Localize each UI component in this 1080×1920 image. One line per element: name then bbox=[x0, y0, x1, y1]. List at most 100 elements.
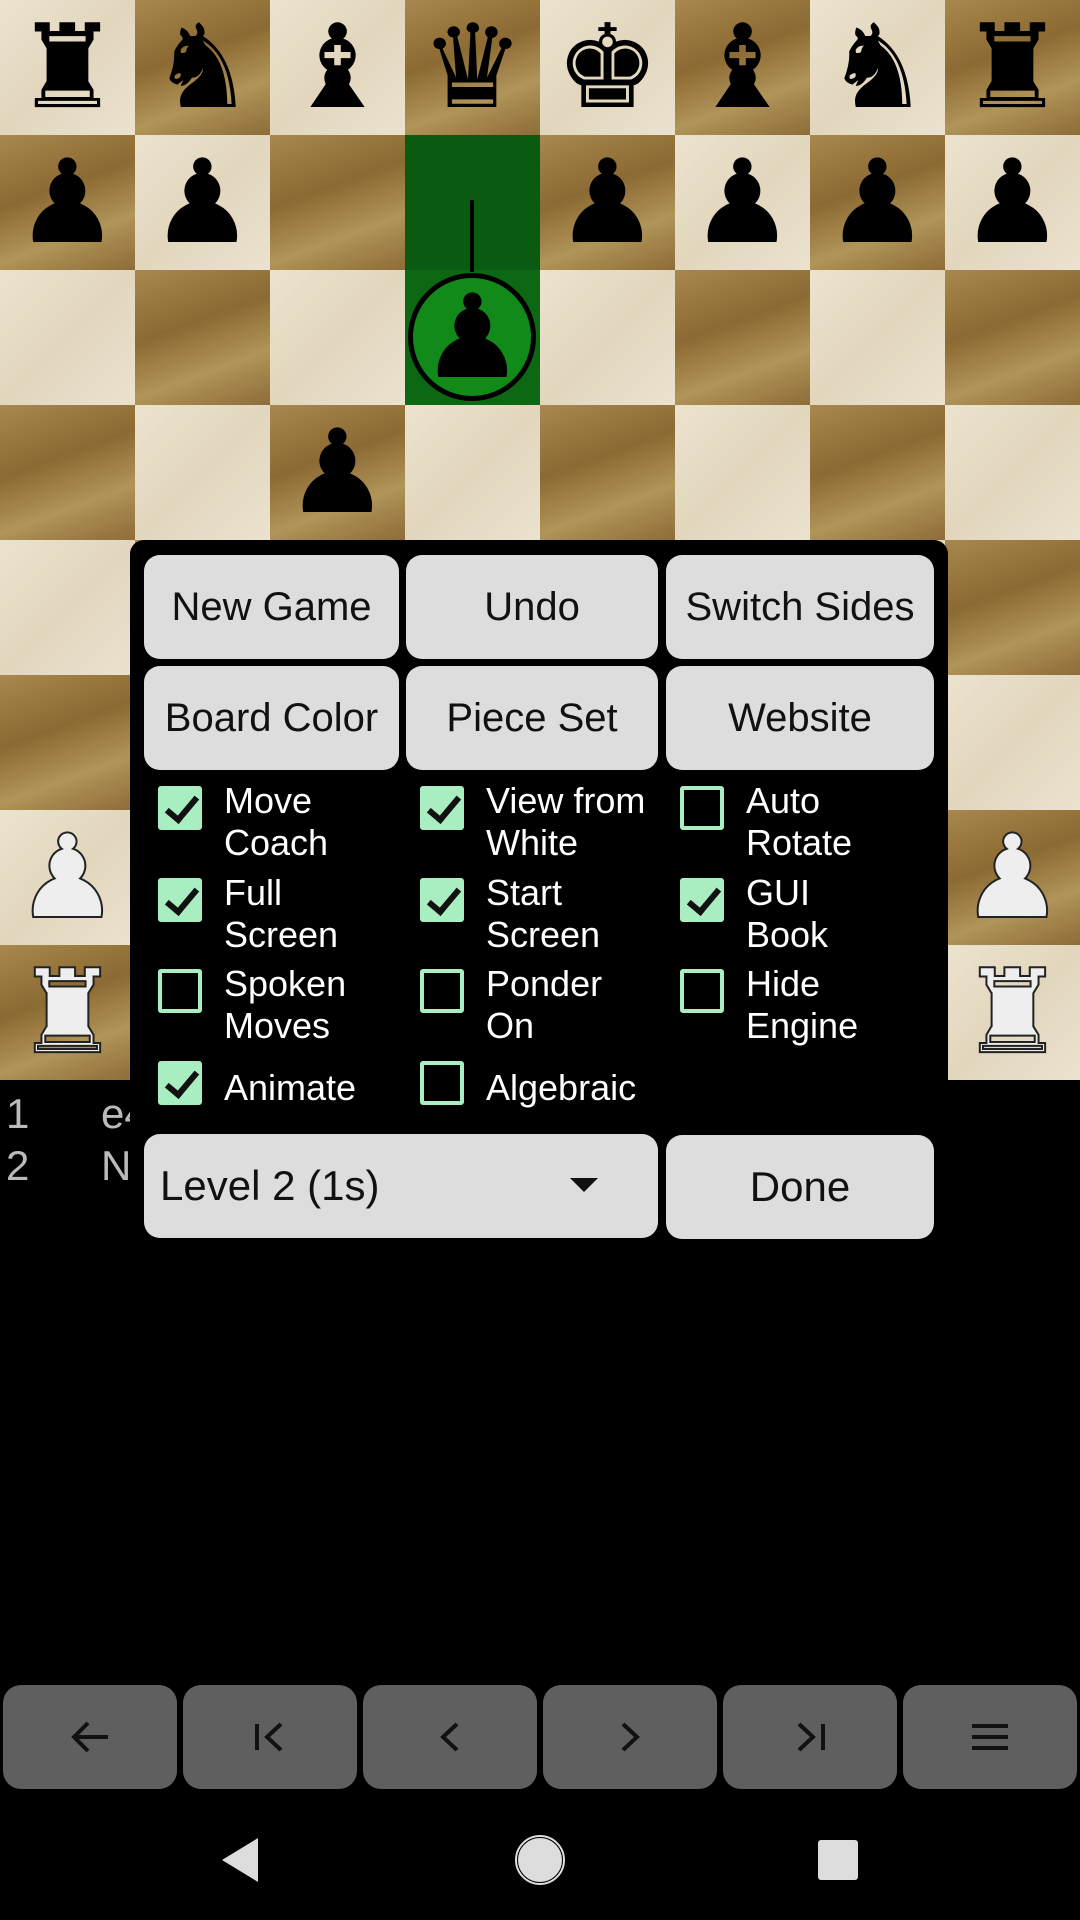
square-b7[interactable]: ♟ bbox=[135, 135, 270, 270]
checkbox[interactable] bbox=[158, 878, 202, 922]
black-pawn-icon[interactable]: ♟ bbox=[826, 144, 930, 261]
option-move-coach[interactable]: Move Coach bbox=[158, 780, 328, 864]
switch-sides-button[interactable]: Switch Sides bbox=[666, 555, 934, 659]
square-h4[interactable] bbox=[945, 540, 1080, 675]
black-rook-icon[interactable]: ♜ bbox=[961, 9, 1065, 126]
square-e8[interactable]: ♚ bbox=[540, 0, 675, 135]
option-label: Hide Engine bbox=[746, 963, 859, 1046]
square-c8[interactable]: ♝ bbox=[270, 0, 405, 135]
undo-button[interactable]: Undo bbox=[406, 555, 658, 659]
black-bishop-icon[interactable]: ♝ bbox=[286, 9, 390, 126]
square-a7[interactable]: ♟ bbox=[0, 135, 135, 270]
black-bishop-icon[interactable]: ♝ bbox=[691, 9, 795, 126]
square-g8[interactable]: ♞ bbox=[810, 0, 945, 135]
square-f8[interactable]: ♝ bbox=[675, 0, 810, 135]
done-button[interactable]: Done bbox=[666, 1135, 934, 1239]
option-view-from-white[interactable]: View from White bbox=[420, 780, 645, 864]
square-h2[interactable]: ♟ bbox=[945, 810, 1080, 945]
checkbox[interactable] bbox=[420, 786, 464, 830]
piece-set-button[interactable]: Piece Set bbox=[406, 666, 658, 770]
board-color-button[interactable]: Board Color bbox=[144, 666, 399, 770]
checkbox[interactable] bbox=[680, 969, 724, 1013]
white-pawn-icon[interactable]: ♟ bbox=[960, 818, 1066, 936]
black-knight-icon[interactable]: ♞ bbox=[826, 9, 930, 126]
square-a6[interactable] bbox=[0, 270, 135, 405]
checkbox[interactable] bbox=[158, 1061, 202, 1105]
square-a2[interactable]: ♟ bbox=[0, 810, 135, 945]
square-a5[interactable] bbox=[0, 405, 135, 540]
square-g5[interactable] bbox=[810, 405, 945, 540]
previous-move-button[interactable] bbox=[363, 1685, 537, 1789]
white-rook-icon[interactable]: ♜ bbox=[960, 953, 1066, 1071]
black-pawn-icon[interactable]: ♟ bbox=[151, 144, 255, 261]
option-auto-rotate[interactable]: Auto Rotate bbox=[680, 780, 852, 864]
square-d6[interactable]: ♟ bbox=[405, 270, 540, 405]
black-pawn-icon[interactable]: ♟ bbox=[286, 414, 390, 531]
new-game-button[interactable]: New Game bbox=[144, 555, 399, 659]
back-button[interactable] bbox=[3, 1685, 177, 1789]
square-h6[interactable] bbox=[945, 270, 1080, 405]
option-start-screen[interactable]: Start Screen bbox=[420, 872, 600, 956]
square-g7[interactable]: ♟ bbox=[810, 135, 945, 270]
website-button[interactable]: Website bbox=[666, 666, 934, 770]
checkbox[interactable] bbox=[158, 786, 202, 830]
black-queen-icon[interactable]: ♛ bbox=[421, 9, 525, 126]
checkbox[interactable] bbox=[420, 878, 464, 922]
square-h5[interactable] bbox=[945, 405, 1080, 540]
option-spoken-moves[interactable]: Spoken Moves bbox=[158, 963, 346, 1047]
option-full-screen[interactable]: Full Screen bbox=[158, 872, 338, 956]
nav-back-button[interactable] bbox=[200, 1820, 280, 1900]
black-pawn-icon[interactable]: ♟ bbox=[961, 144, 1065, 261]
white-rook-icon[interactable]: ♜ bbox=[15, 953, 121, 1071]
option-hide-engine[interactable]: Hide Engine bbox=[680, 963, 858, 1047]
square-e5[interactable] bbox=[540, 405, 675, 540]
first-move-button[interactable] bbox=[183, 1685, 357, 1789]
square-d8[interactable]: ♛ bbox=[405, 0, 540, 135]
option-ponder-on[interactable]: Ponder On bbox=[420, 963, 602, 1047]
square-a1[interactable]: ♜ bbox=[0, 945, 135, 1080]
menu-button[interactable] bbox=[903, 1685, 1077, 1789]
square-g6[interactable] bbox=[810, 270, 945, 405]
option-algebraic[interactable]: Algebraic bbox=[420, 1055, 636, 1109]
black-pawn-icon[interactable]: ♟ bbox=[691, 144, 795, 261]
square-h1[interactable]: ♜ bbox=[945, 945, 1080, 1080]
square-c5[interactable]: ♟ bbox=[270, 405, 405, 540]
black-pawn-icon[interactable]: ♟ bbox=[16, 144, 120, 261]
white-pawn-icon[interactable]: ♟ bbox=[15, 818, 121, 936]
nav-home-button[interactable] bbox=[500, 1820, 580, 1900]
square-f6[interactable] bbox=[675, 270, 810, 405]
black-pawn-icon[interactable]: ♟ bbox=[421, 279, 525, 396]
last-move-button[interactable] bbox=[723, 1685, 897, 1789]
checkbox[interactable] bbox=[158, 969, 202, 1013]
square-a3[interactable] bbox=[0, 675, 135, 810]
option-label: Auto Rotate bbox=[746, 780, 853, 863]
option-animate[interactable]: Animate bbox=[158, 1055, 356, 1109]
black-knight-icon[interactable]: ♞ bbox=[151, 9, 255, 126]
square-d5[interactable] bbox=[405, 405, 540, 540]
square-c7[interactable] bbox=[270, 135, 405, 270]
option-gui-book[interactable]: GUI Book bbox=[680, 872, 828, 956]
level-select[interactable]: Level 2 (1s) bbox=[144, 1134, 658, 1238]
checkbox[interactable] bbox=[420, 1061, 464, 1105]
square-h8[interactable]: ♜ bbox=[945, 0, 1080, 135]
square-h3[interactable] bbox=[945, 675, 1080, 810]
square-b6[interactable] bbox=[135, 270, 270, 405]
black-pawn-icon[interactable]: ♟ bbox=[556, 144, 660, 261]
square-b8[interactable]: ♞ bbox=[135, 0, 270, 135]
black-rook-icon[interactable]: ♜ bbox=[16, 9, 120, 126]
checkbox[interactable] bbox=[680, 786, 724, 830]
black-king-icon[interactable]: ♚ bbox=[556, 9, 660, 126]
checkbox[interactable] bbox=[420, 969, 464, 1013]
square-h7[interactable]: ♟ bbox=[945, 135, 1080, 270]
square-a4[interactable] bbox=[0, 540, 135, 675]
square-b5[interactable] bbox=[135, 405, 270, 540]
next-move-button[interactable] bbox=[543, 1685, 717, 1789]
square-c6[interactable] bbox=[270, 270, 405, 405]
square-f5[interactable] bbox=[675, 405, 810, 540]
checkbox[interactable] bbox=[680, 878, 724, 922]
square-e7[interactable]: ♟ bbox=[540, 135, 675, 270]
square-e6[interactable] bbox=[540, 270, 675, 405]
square-a8[interactable]: ♜ bbox=[0, 0, 135, 135]
square-f7[interactable]: ♟ bbox=[675, 135, 810, 270]
nav-recents-button[interactable] bbox=[798, 1820, 878, 1900]
